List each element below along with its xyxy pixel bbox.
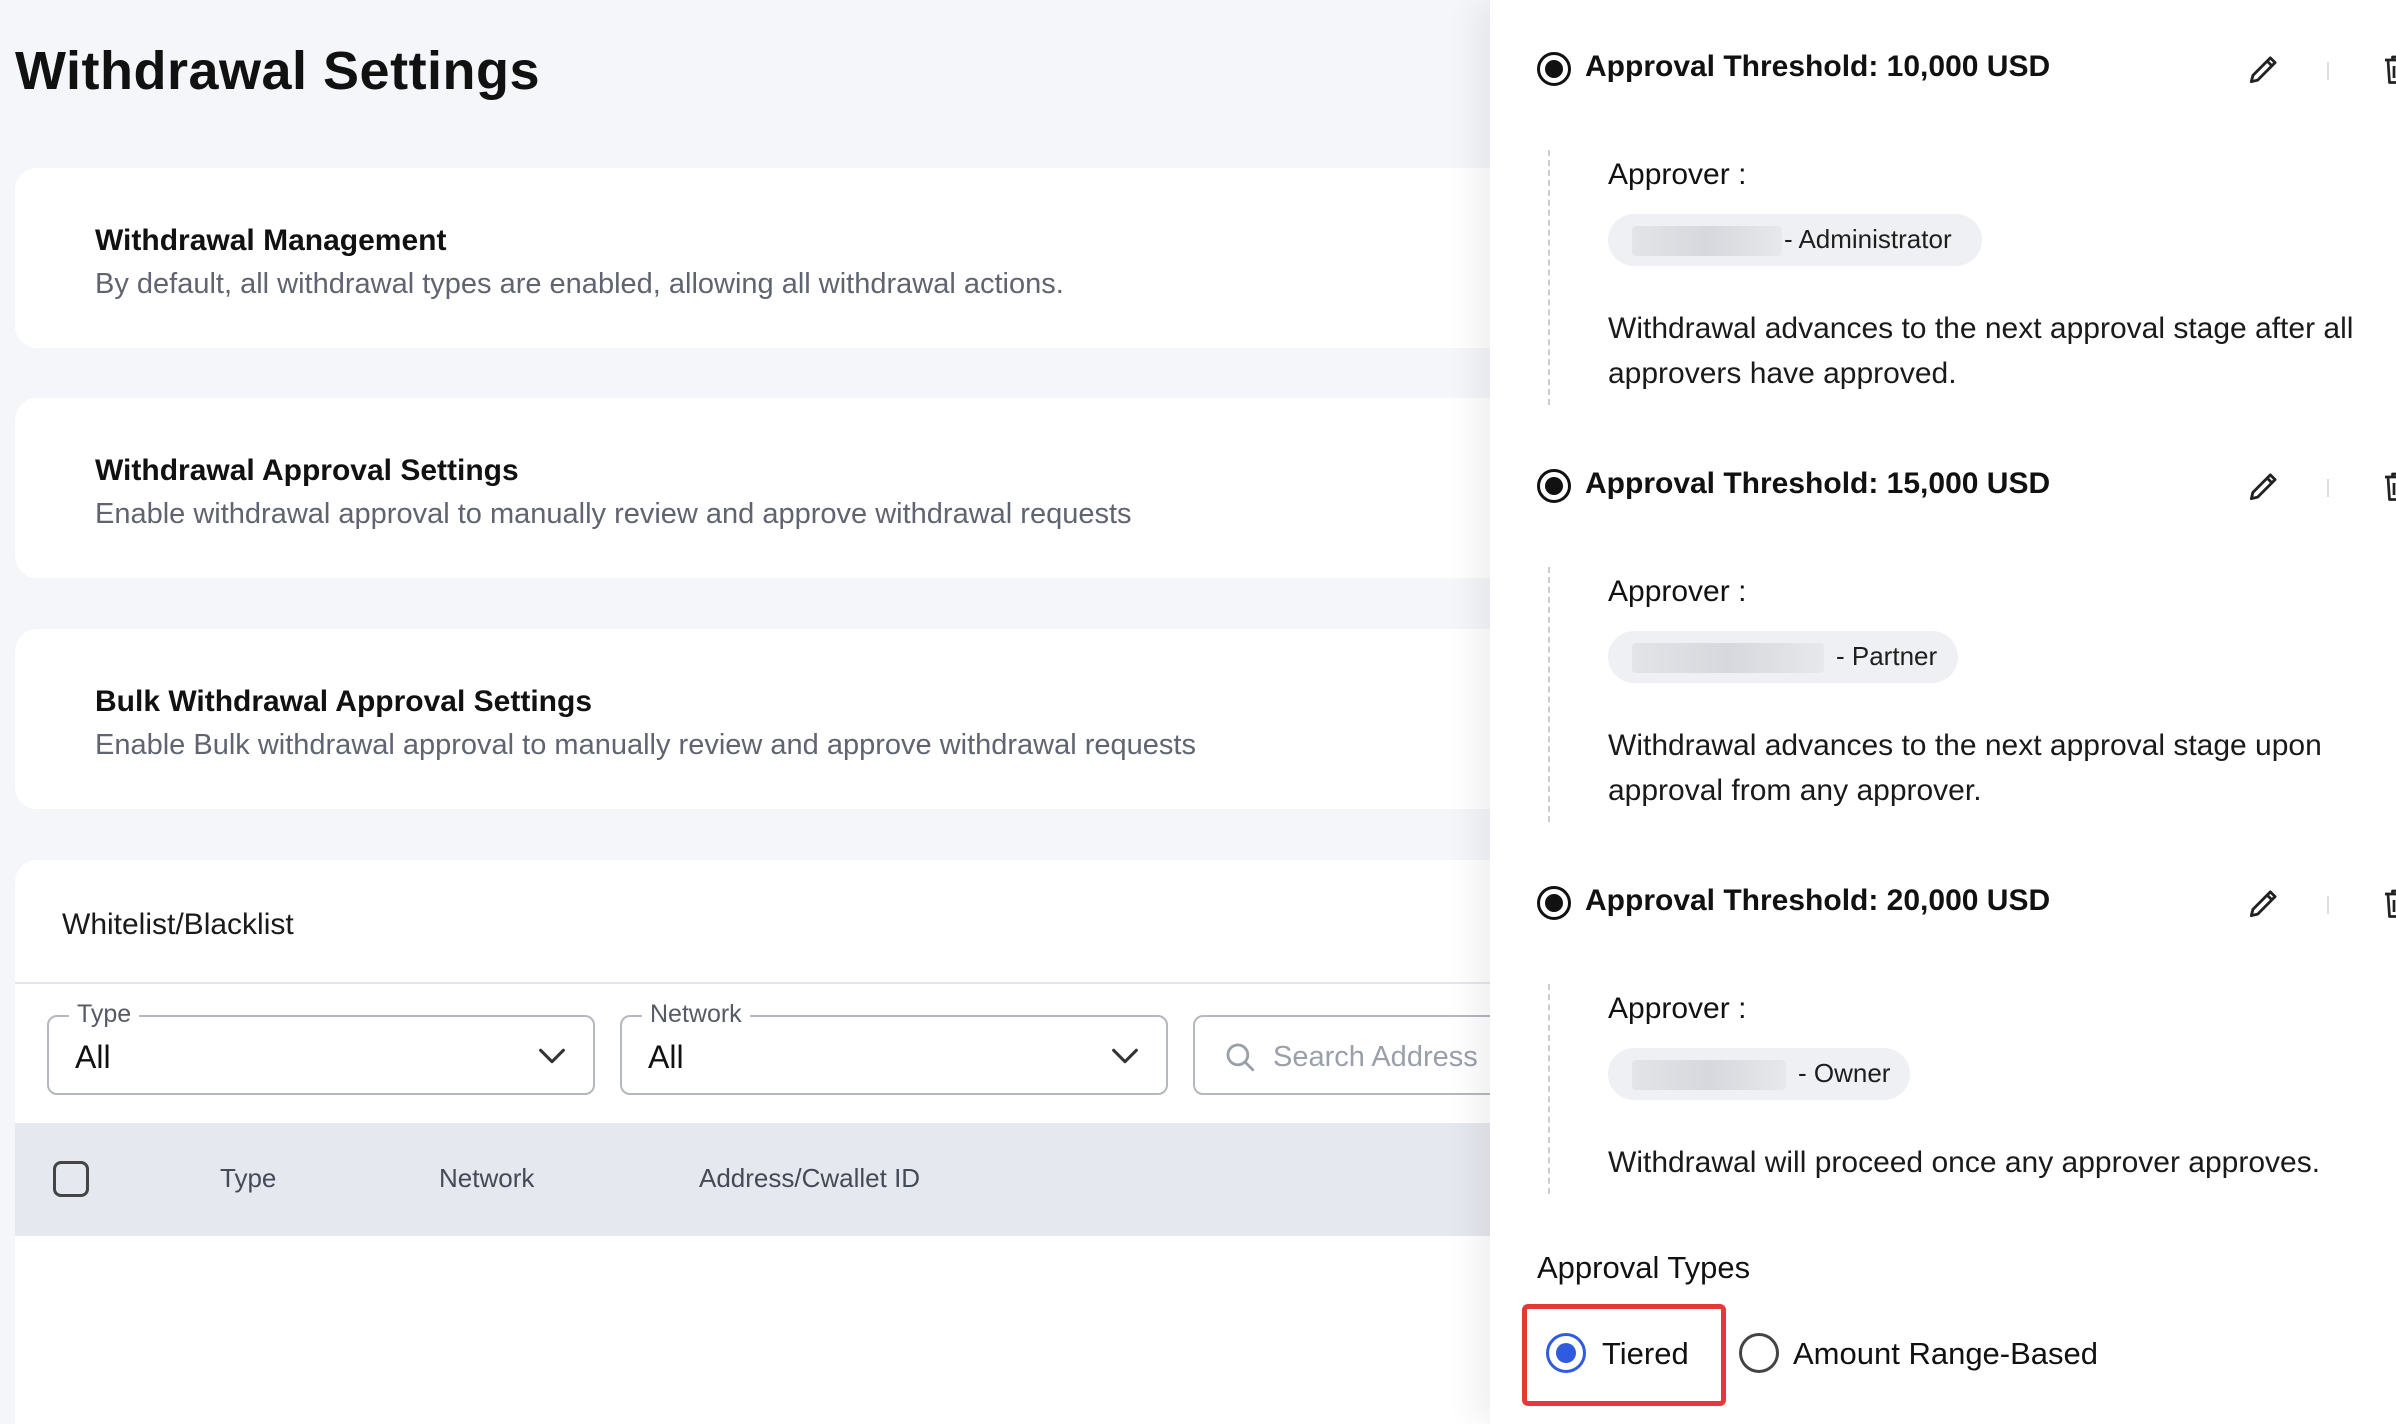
approver-label: Approver :	[1608, 992, 1747, 1025]
redacted-name	[1632, 226, 1782, 256]
approver-role: - Partner	[1836, 641, 1938, 671]
column-header-network[interactable]: Network	[439, 1163, 534, 1194]
pencil-icon[interactable]	[2245, 50, 2283, 88]
rule-description: Withdrawal advances to the next approval…	[1608, 312, 2354, 390]
rule-description: Withdrawal will proceed once any approve…	[1608, 1146, 2321, 1179]
search-icon	[1226, 1043, 1255, 1072]
table-header: Type Network Address/Cwallet ID	[15, 1123, 1490, 1236]
card-bulk-withdrawal-approval-settings[interactable]: Bulk Withdrawal Approval Settings Enable…	[15, 629, 1490, 809]
option-label-tiered[interactable]: Tiered	[1602, 1336, 1689, 1372]
search-input[interactable]: Search Address	[1193, 1015, 1490, 1095]
divider	[15, 982, 1490, 984]
approval-types-label: Approval Types	[1537, 1250, 1751, 1285]
approval-rule-header: Approval Threshold: 10,000 USD	[1537, 50, 2396, 90]
card-title: Bulk Withdrawal Approval Settings	[95, 685, 593, 718]
divider	[2327, 479, 2329, 497]
card-description: By default, all withdrawal types are ena…	[95, 268, 1064, 300]
trash-icon[interactable]	[2379, 50, 2396, 88]
trash-icon[interactable]	[2379, 467, 2396, 505]
card-title: Withdrawal Management	[95, 224, 447, 257]
option-label-amount-range-based[interactable]: Amount Range-Based	[1793, 1336, 2098, 1372]
pencil-icon[interactable]	[2245, 884, 2283, 922]
approver-chip: - Administrator	[1608, 214, 1982, 266]
column-header-address[interactable]: Address/Cwallet ID	[699, 1163, 920, 1194]
approver-chip: - Owner	[1608, 1048, 1910, 1100]
select-all-checkbox[interactable]	[53, 1161, 89, 1197]
approval-rule-body: Approver : - Partner Withdrawal advances…	[1548, 567, 2390, 822]
approval-rule-header: Approval Threshold: 20,000 USD	[1537, 884, 2396, 924]
network-select[interactable]: Network All	[620, 1000, 1168, 1095]
type-select[interactable]: Type All	[47, 1000, 595, 1095]
approver-role: - Owner	[1798, 1058, 1891, 1088]
settings-page: Withdrawal Settings Withdrawal Managemen…	[0, 0, 1490, 1424]
radio-tiered[interactable]	[1546, 1333, 1586, 1373]
rule-threshold: Approval Threshold: 10,000 USD	[1585, 50, 2051, 83]
redacted-name	[1632, 643, 1824, 673]
approver-label: Approver :	[1608, 575, 1747, 608]
type-select-label: Type	[69, 1000, 140, 1029]
whitelist-title: Whitelist/Blacklist	[62, 908, 294, 941]
chevron-down-icon	[539, 1048, 565, 1064]
rule-description: Withdrawal advances to the next approval…	[1608, 729, 2322, 807]
page-title: Withdrawal Settings	[15, 41, 541, 101]
radio-amount-range-based[interactable]	[1739, 1333, 1779, 1373]
card-title: Withdrawal Approval Settings	[95, 454, 519, 487]
redacted-name	[1632, 1060, 1786, 1090]
rule-marker-icon	[1537, 52, 1571, 86]
network-select-value: All	[648, 1039, 684, 1075]
approver-role: - Administrator	[1784, 224, 1952, 254]
divider	[2327, 896, 2329, 914]
card-description: Enable withdrawal approval to manually r…	[95, 498, 1132, 530]
approval-rule-body: Approver : - Administrator Withdrawal ad…	[1548, 150, 2390, 405]
search-placeholder: Search Address	[1273, 1041, 1478, 1073]
chevron-down-icon	[1112, 1048, 1138, 1064]
rule-threshold: Approval Threshold: 15,000 USD	[1585, 467, 2051, 500]
approver-chip: - Partner	[1608, 631, 1958, 683]
approver-label: Approver :	[1608, 158, 1747, 191]
approval-rule-body: Approver : - Owner Withdrawal will proce…	[1548, 984, 2390, 1194]
rule-marker-icon	[1537, 886, 1571, 920]
rule-marker-icon	[1537, 469, 1571, 503]
pencil-icon[interactable]	[2245, 467, 2283, 505]
approval-rule-header: Approval Threshold: 15,000 USD	[1537, 467, 2396, 507]
card-withdrawal-approval-settings[interactable]: Withdrawal Approval Settings Enable with…	[15, 398, 1490, 578]
type-select-value: All	[75, 1039, 111, 1075]
card-description: Enable Bulk withdrawal approval to manua…	[95, 729, 1196, 761]
divider	[2327, 62, 2329, 80]
network-select-label: Network	[642, 1000, 750, 1029]
approval-rules-panel: Approval Threshold: 10,000 USD Approver …	[1490, 0, 2396, 1424]
column-header-type[interactable]: Type	[220, 1163, 276, 1194]
card-withdrawal-management[interactable]: Withdrawal Management By default, all wi…	[15, 168, 1490, 348]
whitelist-blacklist-card: Whitelist/Blacklist Type All Network All…	[15, 860, 1490, 1424]
rule-threshold: Approval Threshold: 20,000 USD	[1585, 884, 2051, 917]
trash-icon[interactable]	[2379, 884, 2396, 922]
